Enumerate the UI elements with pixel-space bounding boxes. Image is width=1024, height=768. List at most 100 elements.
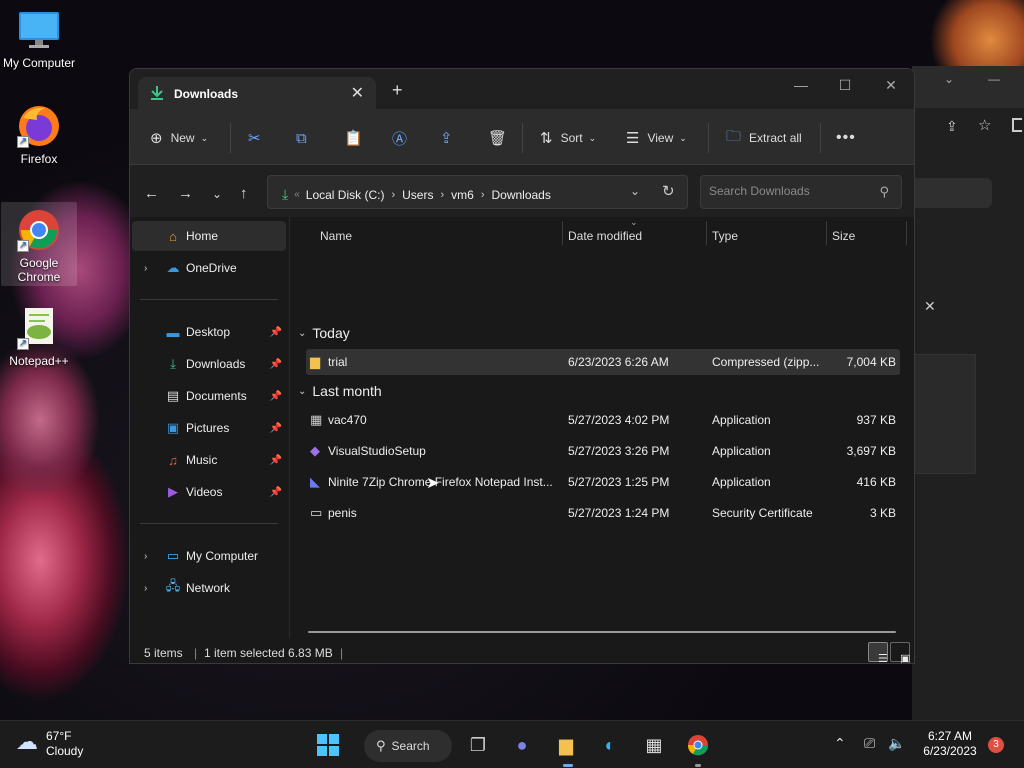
refresh-icon[interactable]: ↻ bbox=[662, 182, 675, 200]
sidebar-item-videos[interactable]: ▶ Videos 📌 bbox=[132, 477, 286, 507]
tiles-view-button[interactable]: ▣ bbox=[890, 642, 910, 663]
address-history-chevron-icon[interactable]: ⌄ bbox=[630, 184, 640, 198]
breadcrumb-item[interactable]: Downloads bbox=[491, 188, 550, 202]
column-header-type[interactable]: Type bbox=[712, 229, 738, 243]
share-button[interactable]: ⇪ bbox=[440, 128, 461, 148]
share-icon[interactable]: ⇪ bbox=[946, 118, 958, 135]
file-row[interactable]: ◣ Ninite 7Zip Chrome Firefox Notepad Ins… bbox=[306, 469, 900, 495]
delete-button[interactable]: 🗑 bbox=[488, 128, 515, 148]
sidebar-item-documents[interactable]: ▤ Documents 📌 bbox=[132, 381, 286, 411]
cut-button[interactable]: ✂ bbox=[248, 128, 269, 148]
breadcrumb-item[interactable]: Local Disk (C:) bbox=[306, 188, 385, 202]
forward-arrow-icon[interactable]: → bbox=[178, 185, 193, 202]
chevron-right-icon[interactable]: › bbox=[440, 189, 444, 201]
column-resize-handle[interactable] bbox=[826, 221, 827, 245]
minimize-icon[interactable]: — bbox=[778, 77, 824, 93]
address-bar[interactable]: ⤓ « Local Disk (C:) › Users › vm6 › Down… bbox=[267, 175, 688, 209]
extract-all-button[interactable]: 🗀 Extract all bbox=[726, 128, 802, 148]
desktop-icon-firefox[interactable]: ↗ Firefox bbox=[1, 104, 77, 166]
task-view-button[interactable]: ❐ bbox=[462, 729, 494, 761]
file-row[interactable]: ◆ VisualStudioSetup 5/27/2023 3:26 PM Ap… bbox=[306, 438, 900, 464]
up-arrow-icon[interactable]: ↑ bbox=[240, 185, 248, 202]
view-button[interactable]: ☰ View ⌄ bbox=[626, 128, 687, 148]
column-header-name[interactable]: Name bbox=[320, 229, 352, 243]
overflow-chevron-icon[interactable]: « bbox=[294, 189, 300, 200]
sidebar-toggle-icon[interactable] bbox=[1012, 118, 1022, 132]
details-view-button[interactable]: ☰ bbox=[868, 642, 888, 663]
tab-downloads[interactable]: Downloads ✕ bbox=[138, 77, 376, 109]
column-resize-handle[interactable] bbox=[706, 221, 707, 245]
pin-icon[interactable]: 📌 bbox=[270, 423, 282, 434]
store-taskbar-button[interactable]: ▦ bbox=[638, 729, 670, 761]
sidebar-item-my-computer[interactable]: › ▭ My Computer bbox=[132, 541, 286, 571]
paste-button[interactable]: 📋 bbox=[344, 128, 371, 148]
sidebar-item-network[interactable]: › 🖧 Network bbox=[132, 573, 286, 603]
new-button[interactable]: ⊕ New ⌄ bbox=[150, 128, 208, 148]
maximize-icon[interactable]: ☐ bbox=[822, 77, 868, 94]
file-explorer-taskbar-button[interactable]: ▆ bbox=[550, 729, 582, 761]
recent-locations-chevron-icon[interactable]: ⌄ bbox=[212, 187, 222, 201]
chevron-right-icon[interactable]: › bbox=[391, 189, 395, 201]
start-button[interactable] bbox=[312, 729, 344, 761]
file-row[interactable]: ▦ vac470 5/27/2023 4:02 PM Application 9… bbox=[306, 407, 900, 433]
more-options-button[interactable]: ••• bbox=[836, 128, 856, 148]
chevron-right-icon[interactable]: › bbox=[481, 189, 485, 201]
rename-button[interactable]: Ⓐ bbox=[392, 128, 415, 148]
group-header-last-month[interactable]: ⌄ Last month bbox=[298, 383, 382, 399]
pin-icon[interactable]: 📌 bbox=[270, 455, 282, 466]
breadcrumb-item[interactable]: vm6 bbox=[451, 188, 474, 202]
notification-badge[interactable]: 3 bbox=[988, 737, 1004, 753]
chevron-right-icon[interactable]: › bbox=[144, 263, 147, 274]
network-icon[interactable]: ⎚ bbox=[864, 735, 875, 752]
sidebar-item-music[interactable]: ♫ Music 📌 bbox=[132, 445, 286, 475]
chevron-right-icon[interactable]: › bbox=[144, 551, 147, 562]
search-box[interactable]: ⚲ bbox=[700, 175, 902, 209]
file-explorer-window[interactable]: Downloads ✕ + — ☐ ✕ ⊕ New ⌄ ✂ ⧉ 📋 Ⓐ ⇪ 🗑 … bbox=[129, 68, 915, 664]
pin-icon[interactable]: 📌 bbox=[270, 487, 282, 498]
group-header-today[interactable]: ⌄ Today bbox=[298, 325, 350, 341]
new-tab-icon[interactable]: + bbox=[392, 81, 403, 99]
column-header-size[interactable]: Size bbox=[832, 229, 855, 243]
desktop-icon-chrome[interactable]: ↗ Google Chrome bbox=[1, 202, 77, 286]
close-icon[interactable]: ✕ bbox=[924, 298, 936, 315]
close-window-icon[interactable]: ✕ bbox=[868, 77, 914, 94]
file-row[interactable]: ▭ penis 5/27/2023 1:24 PM Security Certi… bbox=[306, 500, 900, 526]
volume-icon[interactable]: 🔈 bbox=[888, 735, 905, 752]
favorite-star-icon[interactable]: ☆ bbox=[978, 116, 991, 134]
sidebar-item-onedrive[interactable]: › ☁ OneDrive bbox=[132, 253, 286, 283]
sort-button[interactable]: ⇅ Sort ⌄ bbox=[540, 128, 596, 148]
system-clock[interactable]: 6:27 AM 6/23/2023 bbox=[912, 729, 988, 759]
horizontal-scrollbar[interactable] bbox=[308, 631, 896, 633]
pin-icon[interactable]: 📌 bbox=[270, 391, 282, 402]
sidebar-item-home[interactable]: ⌂ Home bbox=[132, 221, 286, 251]
show-hidden-icons-chevron[interactable]: ⌃ bbox=[834, 735, 846, 752]
file-list[interactable]: Name Date modified ⌄ Type Size ⌄ Today ▆… bbox=[290, 217, 914, 663]
back-arrow-icon[interactable]: ← bbox=[144, 185, 159, 202]
pin-icon[interactable]: 📌 bbox=[270, 327, 282, 338]
pin-icon[interactable]: 📌 bbox=[270, 359, 282, 370]
sidebar-item-desktop[interactable]: ▬ Desktop 📌 bbox=[132, 317, 286, 347]
edge-taskbar-button[interactable]: ◐ bbox=[594, 729, 626, 761]
taskbar-search-button[interactable]: ⚲ Search bbox=[364, 730, 452, 762]
chevron-down-icon[interactable]: ⌄ bbox=[944, 72, 954, 86]
sidebar-item-downloads[interactable]: ⤓ Downloads 📌 bbox=[132, 349, 286, 379]
copy-button[interactable]: ⧉ bbox=[296, 128, 315, 148]
background-browser-window[interactable]: ⌄ — ⇪ ☆ ✕ bbox=[912, 66, 1024, 720]
close-tab-icon[interactable]: ✕ bbox=[351, 83, 364, 103]
weather-widget[interactable]: ☁ 67°F Cloudy bbox=[16, 729, 83, 759]
column-resize-handle[interactable] bbox=[906, 221, 907, 245]
minimize-icon[interactable]: — bbox=[988, 72, 1000, 86]
chevron-right-icon[interactable]: › bbox=[144, 583, 147, 594]
column-resize-handle[interactable] bbox=[562, 221, 563, 245]
teams-chat-button[interactable]: ● bbox=[506, 729, 538, 761]
title-bar[interactable]: Downloads ✕ + — ☐ ✕ bbox=[130, 69, 914, 109]
sidebar-item-pictures[interactable]: ▣ Pictures 📌 bbox=[132, 413, 286, 443]
breadcrumb-item[interactable]: Users bbox=[402, 188, 433, 202]
desktop-icon-my-computer[interactable]: My Computer bbox=[1, 8, 77, 70]
column-header-date[interactable]: Date modified bbox=[568, 229, 642, 243]
file-row[interactable]: ▆ trial 6/23/2023 6:26 AM Compressed (zi… bbox=[306, 349, 900, 375]
chrome-taskbar-button[interactable] bbox=[682, 729, 714, 761]
desktop-icon-notepadpp[interactable]: ↗ Notepad++ bbox=[1, 306, 77, 368]
search-icon[interactable]: ⚲ bbox=[879, 184, 889, 200]
search-input[interactable] bbox=[709, 184, 869, 198]
